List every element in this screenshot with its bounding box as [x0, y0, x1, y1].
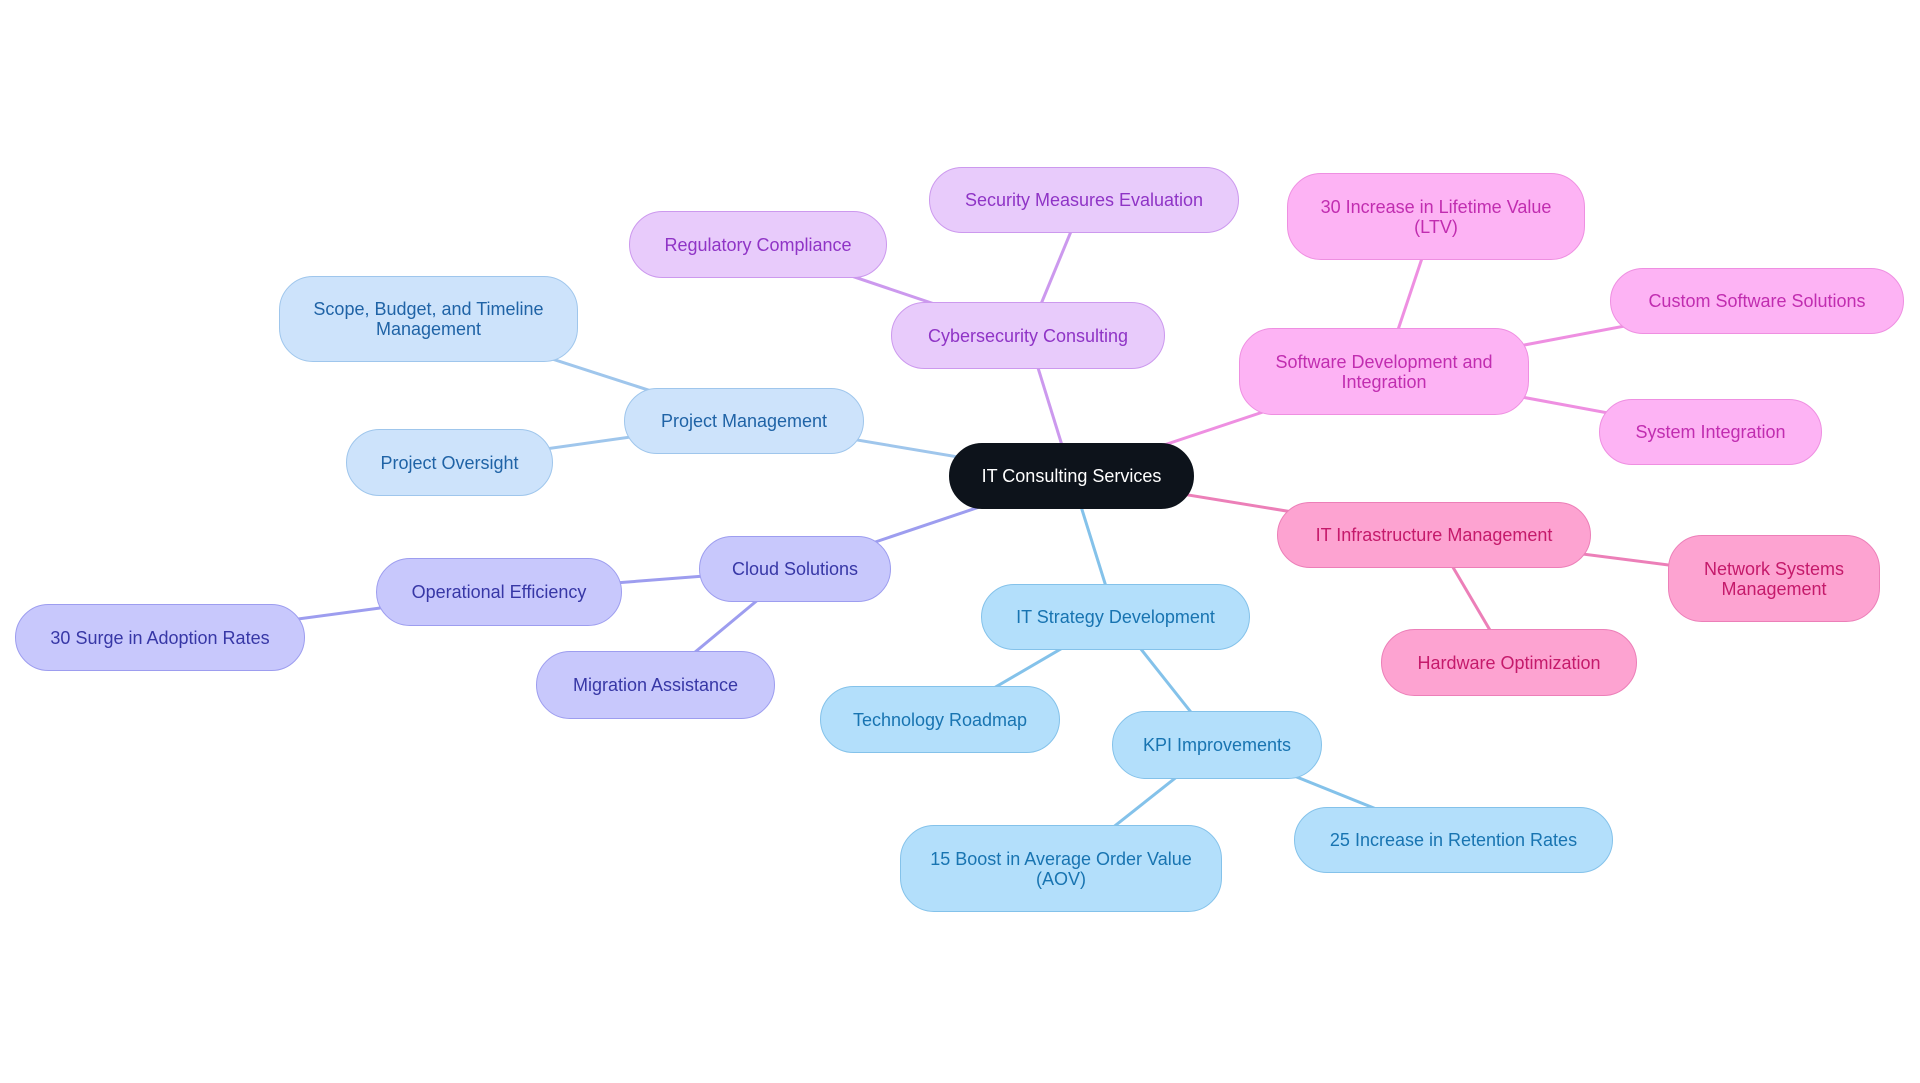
node-custom-software-solutions[interactable]: Custom Software Solutions	[1610, 268, 1904, 334]
node-aov-boost[interactable]: 15 Boost in Average Order Value (AOV)	[900, 825, 1222, 912]
connector-layer	[159, 199, 1775, 870]
node-scope-budget-timeline[interactable]: Scope, Budget, and Timeline Management	[279, 276, 578, 362]
node-hardware-optimization[interactable]: Hardware Optimization	[1381, 629, 1637, 696]
node-it-infrastructure-management[interactable]: IT Infrastructure Management	[1277, 502, 1591, 568]
node-it-strategy-development[interactable]: IT Strategy Development	[981, 584, 1250, 650]
node-regulatory-compliance[interactable]: Regulatory Compliance	[629, 211, 887, 278]
node-system-integration[interactable]: System Integration	[1599, 399, 1822, 465]
node-project-management[interactable]: Project Management	[624, 388, 864, 454]
node-security-measures-evaluation[interactable]: Security Measures Evaluation	[929, 167, 1239, 233]
node-migration-assistance[interactable]: Migration Assistance	[536, 651, 775, 719]
node-technology-roadmap[interactable]: Technology Roadmap	[820, 686, 1060, 753]
node-network-systems-management[interactable]: Network Systems Management	[1668, 535, 1880, 622]
node-cloud-solutions[interactable]: Cloud Solutions	[699, 536, 891, 602]
node-software-development-integration[interactable]: Software Development and Integration	[1239, 328, 1529, 415]
node-retention-increase[interactable]: 25 Increase in Retention Rates	[1294, 807, 1613, 873]
root-node[interactable]: IT Consulting Services	[949, 443, 1194, 509]
node-adoption-surge[interactable]: 30 Surge in Adoption Rates	[15, 604, 305, 671]
node-kpi-improvements[interactable]: KPI Improvements	[1112, 711, 1322, 779]
node-cybersecurity-consulting[interactable]: Cybersecurity Consulting	[891, 302, 1165, 369]
node-ltv-increase[interactable]: 30 Increase in Lifetime Value (LTV)	[1287, 173, 1585, 260]
node-project-oversight[interactable]: Project Oversight	[346, 429, 553, 496]
node-operational-efficiency[interactable]: Operational Efficiency	[376, 558, 622, 626]
